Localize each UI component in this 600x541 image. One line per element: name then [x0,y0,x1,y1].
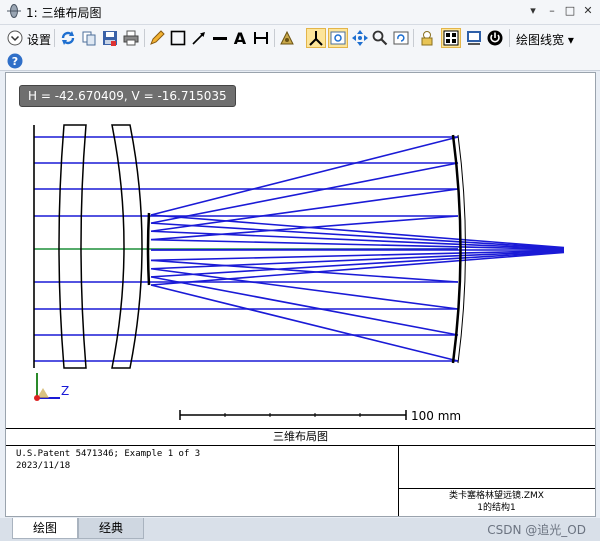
toolbar-secondary: ? [0,50,600,71]
line-width-dropdown[interactable]: 绘图线宽 ▾ [516,31,574,48]
plot-caption: 三维布局图 [6,428,595,446]
zoom-window-icon[interactable] [328,28,348,48]
watermark: CSDN @追光_OD [487,523,586,537]
window-menu-icon[interactable]: ▾ [525,3,541,19]
cursor-readout: H = -42.670409, V = -16.715035 [19,85,236,107]
minimize-button[interactable]: – [544,3,560,19]
maximize-button[interactable]: □ [562,3,578,19]
info-right: 类卡塞格林望远镜.ZMX 1的结构1 [398,490,595,514]
axis-triad: Z [34,373,69,401]
lock-icon[interactable] [417,28,437,48]
print-icon[interactable] [121,28,141,48]
patent-line: U.S.Patent 5471346; Example 1 of 3 [16,449,201,459]
ray-bundle [33,125,565,368]
pan-icon[interactable] [350,28,370,48]
ray-segment [150,276,459,336]
save-icon[interactable] [100,28,120,48]
line-width-label: 绘图线宽 [516,33,565,47]
title-bar: 1: 三维布局图 ▾ – □ ✕ [0,0,600,25]
ray-segment [150,284,459,362]
window-layout-icon[interactable] [464,28,484,48]
window-title: 1: 三维布局图 [26,6,102,20]
rectangle-tool-icon[interactable] [168,28,188,48]
settings-button[interactable]: 设置 [27,31,51,48]
ray-segment [150,251,565,286]
separator [413,29,414,47]
ray-segment [150,188,459,233]
ray-segment [150,214,565,249]
layout-diagram: Z 100 mm [33,124,565,423]
refresh-icon[interactable] [58,28,78,48]
separator [509,29,510,47]
tab-plot[interactable]: 绘图 [12,518,78,539]
ray-segment [150,259,459,283]
text-tool-icon[interactable]: A [230,28,250,48]
toolbar: 设置 A 绘图线宽 ▾ [0,25,600,50]
divider [398,488,595,489]
zoom-icon[interactable] [370,28,390,48]
ray-segment [150,230,565,250]
axis-z-label: Z [61,384,69,398]
tab-classic[interactable]: 经典 [78,518,144,539]
axis-view-icon[interactable] [306,28,326,48]
file-name: 类卡塞格林望远镜.ZMX [449,491,544,501]
copy-icon[interactable] [79,28,99,48]
grid-view-icon[interactable] [441,28,461,48]
settings-expand-icon[interactable] [5,28,25,48]
pencil-icon[interactable] [147,28,167,48]
lens-2 [111,124,143,369]
ray-segment [150,162,459,224]
separator [274,29,275,47]
separator [54,29,55,47]
secondary-mirror [146,212,151,286]
power-icon[interactable] [485,28,505,48]
scale-bar: 100 mm [179,409,461,423]
svg-text:A: A [234,29,247,47]
ray-segment [150,250,565,270]
close-button[interactable]: ✕ [580,3,596,19]
separator [144,29,145,47]
ray-segment [150,136,459,216]
info-left: U.S.Patent 5471346; Example 1 of 3 2023/… [16,448,200,472]
rotate-view-icon[interactable] [277,28,297,48]
date-line: 2023/11/18 [16,461,71,471]
layout-plot-area[interactable]: Z 100 mm H = -42.670409, V = -16.715035 … [5,72,596,517]
config-label: 1的结构1 [477,503,516,513]
app-logo-icon [6,3,22,19]
scale-label: 100 mm [411,409,461,423]
svg-text:?: ? [12,55,18,68]
dimension-tool-icon[interactable] [251,28,271,48]
lens-elements [58,124,466,369]
lens-1 [58,124,87,369]
line-tool-icon[interactable] [210,28,230,48]
help-icon[interactable]: ? [5,51,25,71]
info-block: U.S.Patent 5471346; Example 1 of 3 2023/… [6,445,595,516]
reset-view-icon[interactable] [391,28,411,48]
arrow-tool-icon[interactable] [189,28,209,48]
